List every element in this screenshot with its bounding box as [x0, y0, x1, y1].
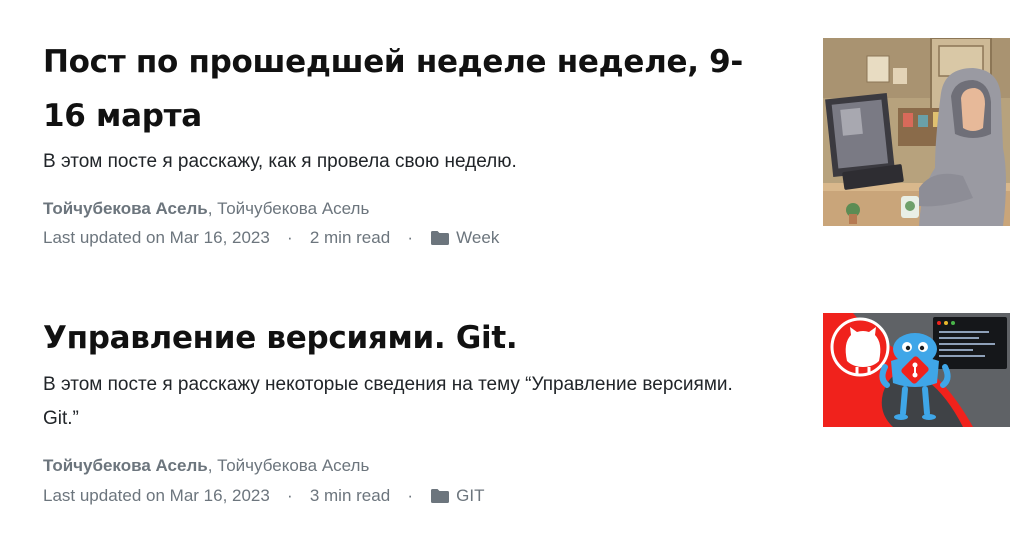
meta-separator: ·: [407, 228, 413, 247]
post-card: Управление версиями. Git. В этом посте я…: [0, 280, 1024, 547]
last-updated: Last updated on Mar 16, 2023: [43, 228, 270, 247]
post-title[interactable]: Пост по прошедшей неделе неделе, 9-16 ма…: [43, 35, 783, 143]
post-meta: Last updated on Mar 16, 2023 · 2 min rea…: [43, 226, 499, 250]
post-card: Пост по прошедшей неделе неделе, 9-16 ма…: [0, 0, 1024, 270]
author-separator: ,: [207, 456, 218, 475]
co-author: Тойчубекова Асель: [217, 456, 370, 475]
read-time: 3 min read: [309, 486, 391, 505]
post-description: В этом посте я расскажу некоторые сведен…: [43, 374, 733, 429]
read-time: 2 min read: [309, 228, 391, 247]
folder-icon: [431, 231, 450, 245]
post-title[interactable]: Управление версиями. Git.: [43, 311, 783, 365]
author-separator: ,: [207, 199, 218, 218]
lead-author: Тойчубекова Асель: [43, 456, 208, 475]
co-author: Тойчубекова Асель: [217, 199, 370, 218]
meta-separator: ·: [407, 486, 413, 505]
illustration-git-mascot-icon: [823, 313, 1010, 427]
post-thumbnail[interactable]: [823, 313, 1010, 427]
post-description: В этом посте я расскажу, как я провела с…: [43, 151, 517, 172]
last-updated: Last updated on Mar 16, 2023: [43, 486, 270, 505]
meta-separator: ·: [287, 228, 293, 247]
post-thumbnail[interactable]: [823, 38, 1010, 226]
post-authors: Тойчубекова Асель, Тойчубекова Асель: [43, 197, 369, 221]
post-meta: Last updated on Mar 16, 2023 · 3 min rea…: [43, 484, 485, 508]
category-link-git[interactable]: GIT: [456, 484, 484, 508]
illustration-girl-at-computer-icon: [823, 38, 1010, 226]
meta-separator: ·: [287, 486, 293, 505]
category-link-week[interactable]: Week: [456, 226, 499, 250]
folder-icon: [431, 489, 450, 503]
lead-author: Тойчубекова Асель: [43, 199, 208, 218]
post-authors: Тойчубекова Асель, Тойчубекова Асель: [43, 454, 369, 478]
